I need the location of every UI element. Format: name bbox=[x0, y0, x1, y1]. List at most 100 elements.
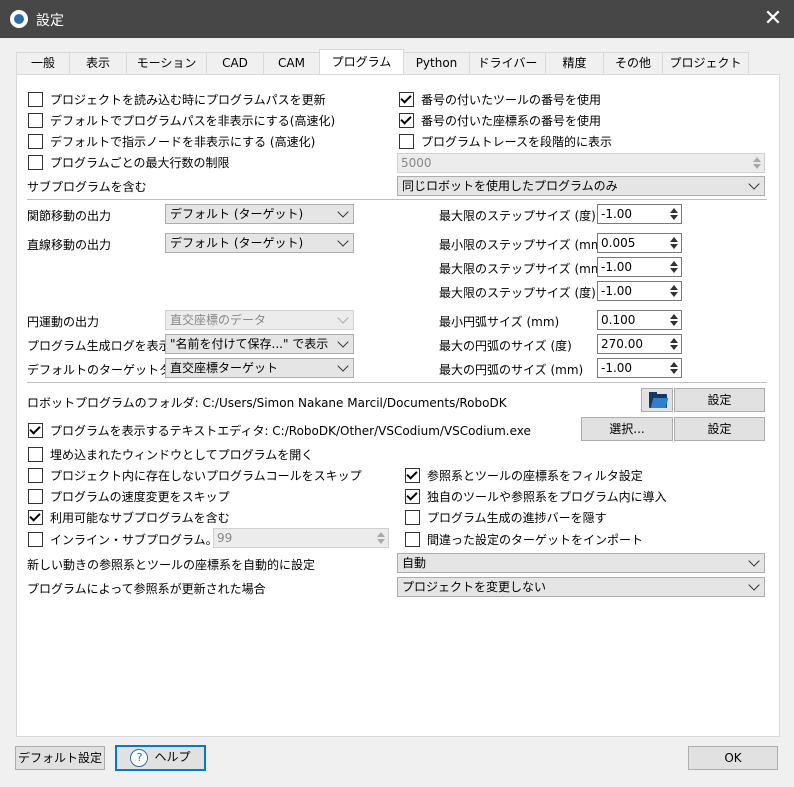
hide-path-checkbox[interactable] bbox=[28, 113, 43, 128]
filter-frames-checkbox[interactable] bbox=[405, 468, 420, 483]
update-path-checkbox[interactable] bbox=[28, 92, 43, 107]
import-wrong-option[interactable]: 間違った設定のターゲットをインポート bbox=[405, 531, 643, 548]
select-editor-button[interactable]: 選択... bbox=[581, 417, 673, 441]
joint-output-label: 関節移動の出力 bbox=[27, 209, 112, 223]
include-subprograms-label: サブプログラムを含む bbox=[27, 180, 147, 194]
step-label: 最大限のステップサイズ (度) bbox=[439, 286, 596, 300]
chevron-down-icon bbox=[337, 336, 349, 348]
update-path-option[interactable]: プロジェクトを読み込む時にプログラムパスを更新 bbox=[28, 91, 326, 108]
hide-nodes-checkbox[interactable] bbox=[28, 134, 43, 149]
spin-down-icon[interactable] bbox=[670, 321, 678, 326]
tab-5[interactable]: プログラム bbox=[319, 49, 404, 74]
spin-down-icon[interactable] bbox=[670, 268, 678, 273]
spin-down-icon[interactable] bbox=[670, 369, 678, 374]
hide-progress-checkbox[interactable] bbox=[405, 510, 420, 525]
trace-option[interactable]: プログラムトレースを段階的に表示 bbox=[399, 133, 612, 150]
step-value: 0.005 bbox=[601, 236, 636, 250]
spin-down-icon[interactable] bbox=[670, 292, 678, 297]
linear-output-dropdown[interactable]: デフォルト (ターゲット) bbox=[165, 233, 354, 253]
spin-up-icon[interactable] bbox=[670, 314, 678, 319]
include-available-option[interactable]: 利用可能なサブプログラムを含む bbox=[28, 509, 230, 526]
limit-lines-option[interactable]: プログラムごとの最大行数の制限 bbox=[28, 154, 230, 171]
log-value: "名前を付けて保存..." で表示 bbox=[170, 337, 329, 351]
tab-10[interactable]: プロジェクト bbox=[662, 52, 749, 74]
spin-up-icon[interactable] bbox=[670, 362, 678, 367]
limit-lines-checkbox[interactable] bbox=[28, 155, 43, 170]
step-label: 最大限のステップサイズ (度) bbox=[439, 209, 596, 223]
embed-window-option[interactable]: 埋め込まれたウィンドウとしてプログラムを開く bbox=[28, 446, 313, 463]
spin-down-icon[interactable] bbox=[670, 244, 678, 249]
hide-progress-option[interactable]: プログラム生成の進捗バーを隠す bbox=[405, 509, 607, 526]
spin-down-icon[interactable] bbox=[670, 345, 678, 350]
import-custom-label: 独自のツールや参照系をプログラム内に導入 bbox=[427, 490, 667, 504]
restore-defaults-button[interactable]: デフォルト設定 bbox=[15, 746, 105, 770]
tab-8[interactable]: 精度 bbox=[545, 52, 604, 74]
tab-3[interactable]: CAD bbox=[206, 52, 264, 74]
tab-0[interactable]: 一般 bbox=[16, 52, 70, 74]
filter-frames-option[interactable]: 参照系とツールの座標系をフィルタ設定 bbox=[405, 467, 643, 484]
text-editor-option[interactable]: プログラムを表示するテキストエディタ: C:/RoboDK/Other/VSCo… bbox=[28, 422, 531, 439]
import-wrong-checkbox[interactable] bbox=[405, 532, 420, 547]
arc-spinbox[interactable]: 270.00 bbox=[597, 334, 682, 354]
include-subprograms-value: 同じロボットを使用したプログラムのみ bbox=[402, 179, 618, 193]
spin-down-icon[interactable] bbox=[670, 215, 678, 220]
import-custom-checkbox[interactable] bbox=[405, 489, 420, 504]
trace-checkbox[interactable] bbox=[399, 134, 414, 149]
limit-lines-label: プログラムごとの最大行数の制限 bbox=[50, 156, 230, 170]
inline-checkbox[interactable] bbox=[28, 532, 43, 547]
step-spinbox[interactable]: -1.00 bbox=[597, 257, 682, 277]
open-folder-button[interactable] bbox=[641, 388, 673, 412]
spin-up-icon[interactable] bbox=[670, 208, 678, 213]
chevron-down-icon bbox=[337, 360, 349, 372]
spin-up-icon[interactable] bbox=[670, 237, 678, 242]
ok-button[interactable]: OK bbox=[688, 746, 778, 770]
include-subprograms-dropdown[interactable]: 同じロボットを使用したプログラムのみ bbox=[397, 176, 765, 196]
arc-spinbox[interactable]: 0.100 bbox=[597, 310, 682, 330]
arc-spinbox[interactable]: -1.00 bbox=[597, 358, 682, 378]
tool-numbers-checkbox[interactable] bbox=[399, 92, 414, 107]
tab-9[interactable]: その他 bbox=[603, 52, 663, 74]
tab-4[interactable]: CAM bbox=[263, 52, 320, 74]
folder-settings-button[interactable]: 設定 bbox=[674, 388, 765, 412]
skip-speed-option[interactable]: プログラムの速度変更をスキップ bbox=[28, 488, 230, 505]
import-custom-option[interactable]: 独自のツールや参照系をプログラム内に導入 bbox=[405, 488, 667, 505]
spin-up-icon bbox=[753, 157, 761, 162]
chevron-down-icon bbox=[337, 312, 349, 324]
tab-6[interactable]: Python bbox=[403, 52, 470, 74]
arc-value: -1.00 bbox=[601, 361, 633, 375]
step-spinbox[interactable]: -1.00 bbox=[597, 281, 682, 301]
include-available-checkbox[interactable] bbox=[28, 510, 43, 525]
step-spinbox[interactable]: -1.00 bbox=[597, 204, 682, 224]
skip-calls-checkbox[interactable] bbox=[28, 468, 43, 483]
embed-window-checkbox[interactable] bbox=[28, 447, 43, 462]
auto-set-value: 自動 bbox=[402, 556, 427, 570]
divider bbox=[27, 382, 767, 383]
frame-numbers-option[interactable]: 番号の付いた座標系の番号を使用 bbox=[399, 112, 601, 129]
skip-speed-checkbox[interactable] bbox=[28, 489, 43, 504]
close-icon[interactable]: ✕ bbox=[758, 4, 788, 34]
step-value: -1.00 bbox=[601, 284, 633, 298]
help-button[interactable]: ? ヘルプ bbox=[115, 745, 206, 771]
skip-calls-label: プロジェクト内に存在しないプログラムコールをスキップ bbox=[50, 469, 362, 483]
tab-7[interactable]: ドライバー bbox=[469, 52, 546, 74]
step-label: 最小限のステップサイズ (mm) bbox=[439, 238, 608, 252]
joint-output-dropdown[interactable]: デフォルト (ターゲット) bbox=[165, 204, 354, 224]
tab-1[interactable]: 表示 bbox=[69, 52, 127, 74]
frame-numbers-checkbox[interactable] bbox=[399, 113, 414, 128]
skip-calls-option[interactable]: プロジェクト内に存在しないプログラムコールをスキップ bbox=[28, 467, 362, 484]
target-type-dropdown[interactable]: 直交座標ターゲット bbox=[165, 358, 354, 378]
auto-set-dropdown[interactable]: 自動 bbox=[397, 553, 765, 573]
log-dropdown[interactable]: "名前を付けて保存..." で表示 bbox=[165, 334, 354, 354]
spin-up-icon[interactable] bbox=[670, 285, 678, 290]
text-editor-checkbox[interactable] bbox=[28, 423, 43, 438]
inline-depth-value: 99 bbox=[217, 531, 233, 545]
hide-nodes-option[interactable]: デフォルトで指示ノードを非表示にする (高速化) bbox=[28, 133, 315, 150]
tab-2[interactable]: モーション bbox=[126, 52, 207, 74]
spin-up-icon[interactable] bbox=[670, 261, 678, 266]
spin-up-icon[interactable] bbox=[670, 338, 678, 343]
hide-path-option[interactable]: デフォルトでプログラムパスを非表示にする(高速化) bbox=[28, 112, 335, 129]
frame-updated-dropdown[interactable]: プロジェクトを変更しない bbox=[397, 577, 765, 597]
tool-numbers-option[interactable]: 番号の付いたツールの番号を使用 bbox=[399, 91, 601, 108]
step-spinbox[interactable]: 0.005 bbox=[597, 233, 682, 253]
editor-settings-button[interactable]: 設定 bbox=[674, 417, 765, 441]
